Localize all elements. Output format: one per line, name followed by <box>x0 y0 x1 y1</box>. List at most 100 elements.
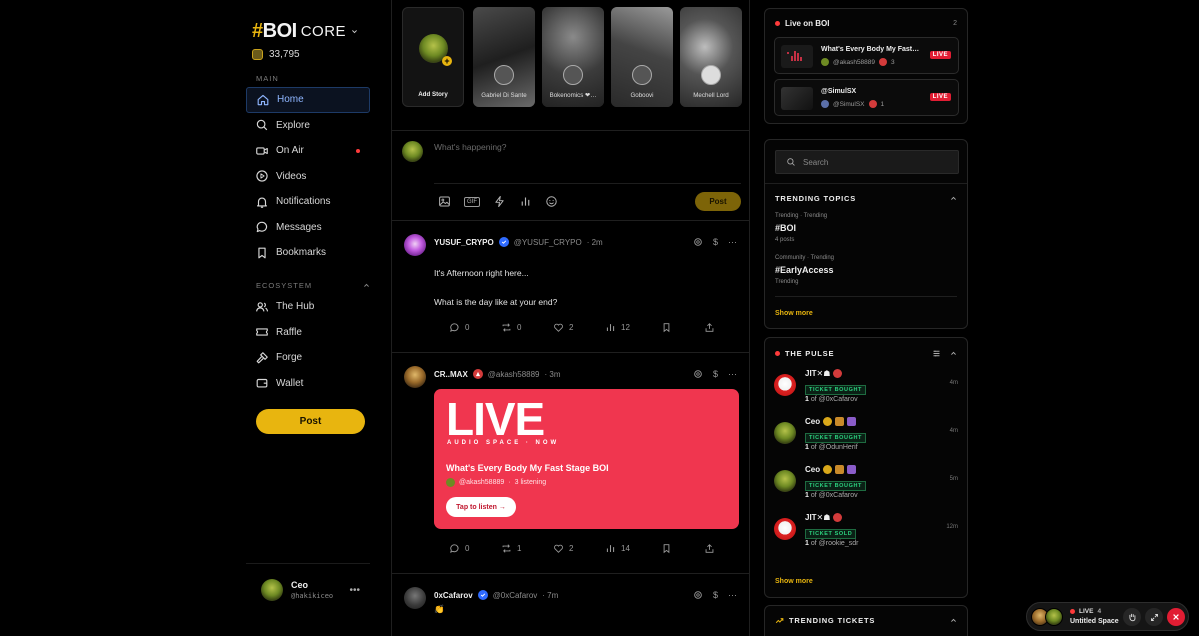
feed-post[interactable]: YUSUF_CRYPO @YUSUF_CRYPO · 2m $ ··· It's… <box>392 221 749 353</box>
chevron-up-icon[interactable] <box>950 617 957 624</box>
more-options-icon[interactable]: ··· <box>728 590 737 600</box>
ai-sparkle-icon[interactable] <box>693 369 703 379</box>
story-item[interactable]: Goboovi <box>611 7 673 107</box>
poll-icon[interactable] <box>519 195 532 208</box>
post-author-handle[interactable]: @akash58889 <box>488 370 540 379</box>
post-author-handle[interactable]: @0xCafarov <box>493 591 538 600</box>
coin-icon <box>252 49 263 60</box>
trending-tickets-panel: TRENDING TICKETS <box>764 605 968 636</box>
ticket-of: of @OdunHerif <box>810 444 858 451</box>
nav-videos[interactable]: Videos <box>246 164 370 190</box>
add-story-button[interactable]: + Add Story <box>402 7 464 107</box>
nav-home[interactable]: Home <box>246 87 370 113</box>
floating-live-space-bar[interactable]: LIVE 4 Untitled Space <box>1026 602 1189 631</box>
pulse-item[interactable]: Ceo TICKET BOUGHT 1 of @OdunHerif 4m <box>774 417 960 459</box>
ai-sparkle-icon[interactable] <box>693 590 703 600</box>
nav-notifications[interactable]: Notifications <box>246 189 370 215</box>
ai-sparkle-icon[interactable] <box>693 237 703 247</box>
post-author-handle[interactable]: @YUSUF_CRYPO <box>514 238 582 247</box>
trending-topic-item[interactable]: Community · Trending #EarlyAccess Trendi… <box>775 255 834 285</box>
nft-badge-icon <box>847 465 857 474</box>
image-icon[interactable] <box>438 195 451 208</box>
post-author-name[interactable]: YUSUF_CRYPO <box>434 238 494 247</box>
like-button[interactable]: 2 <box>553 543 573 554</box>
tip-dollar-icon[interactable]: $ <box>713 590 718 600</box>
repost-icon <box>502 323 511 332</box>
pulse-item[interactable]: JIT✕☗ TICKET SOLD 1 of @rookie_sdr 12m <box>774 513 960 555</box>
show-more-link[interactable]: Show more <box>775 310 813 317</box>
post-author-name[interactable]: CR..MAX <box>434 370 468 379</box>
share-button[interactable] <box>704 543 715 554</box>
separator-dot: · <box>508 479 511 486</box>
avalanche-badge-icon <box>472 369 483 379</box>
reply-button[interactable]: 0 <box>449 322 469 333</box>
feed-post[interactable]: 0xCafarov @0xCafarov · 7m $ ··· 👏 <box>392 574 749 636</box>
story-item[interactable]: Bokenomics ❤… <box>542 7 604 107</box>
feed-post[interactable]: CR..MAX @akash58889 · 3m $ ··· LIVE AUDI… <box>392 353 749 574</box>
video-camera-icon <box>256 147 268 155</box>
ticket-qty: 1 <box>805 444 809 451</box>
bookmark-button[interactable] <box>661 322 672 333</box>
sidebar-post-button[interactable]: Post <box>256 409 365 434</box>
emoji-icon[interactable] <box>545 195 558 208</box>
ecosystem-section-label[interactable]: ECOSYSTEM <box>256 281 370 290</box>
pulse-item[interactable]: JIT✕☗ TICKET BOUGHT 1 of @0xCafarov 4m <box>774 369 960 411</box>
story-item[interactable]: Mechell Lord <box>680 7 742 107</box>
nav-bookmarks[interactable]: Bookmarks <box>246 240 370 266</box>
nav-the-hub[interactable]: The Hub <box>246 294 370 320</box>
composer-post-button[interactable]: Post <box>695 192 741 211</box>
avatar <box>774 470 796 492</box>
live-space-item[interactable]: @SimulSX @SimulSX 1 LIVE <box>774 79 959 116</box>
expand-button[interactable] <box>1145 608 1163 626</box>
nav-raffle[interactable]: Raffle <box>246 320 370 346</box>
repost-button[interactable]: 0 <box>501 322 521 333</box>
raise-hand-button[interactable] <box>1123 608 1141 626</box>
tap-to-listen-button[interactable]: Tap to listen → <box>446 497 516 517</box>
close-button[interactable] <box>1167 608 1185 626</box>
search-input[interactable]: Search <box>775 150 959 174</box>
story-item[interactable]: Gabriel Di Sante <box>473 7 535 107</box>
chevron-up-icon[interactable] <box>950 350 957 357</box>
nav-on-air[interactable]: On Air <box>246 138 370 164</box>
share-button[interactable] <box>704 322 715 333</box>
ticket-icon <box>256 328 268 336</box>
views-button[interactable]: 12 <box>605 322 630 333</box>
brand-logo[interactable]: #BOI CORE <box>252 20 358 43</box>
nav-messages[interactable]: Messages <box>246 215 370 241</box>
more-options-icon[interactable]: ••• <box>349 585 360 596</box>
reply-button[interactable]: 0 <box>449 543 469 554</box>
repost-button[interactable]: 1 <box>501 543 521 554</box>
nav-explore[interactable]: Explore <box>246 113 370 139</box>
chevron-up-icon[interactable] <box>950 195 957 202</box>
current-user-card[interactable]: Ceo @hakikiceo ••• <box>246 563 370 616</box>
nav-forge[interactable]: Forge <box>246 345 370 371</box>
story-item-partial[interactable] <box>749 7 750 107</box>
post-author-name[interactable]: 0xCafarov <box>434 591 473 600</box>
coin-icon <box>823 465 833 474</box>
tip-dollar-icon[interactable]: $ <box>713 369 718 379</box>
nav-wallet[interactable]: Wallet <box>246 371 370 397</box>
story-name: Add Story <box>418 91 448 98</box>
avatar[interactable] <box>404 366 426 388</box>
trending-topic-item[interactable]: Trending · Trending #BOI 4 posts <box>775 213 827 243</box>
more-options-icon[interactable]: ··· <box>728 237 737 247</box>
avalanche-badge-icon <box>833 369 843 378</box>
show-more-link[interactable]: Show more <box>775 578 813 585</box>
lightning-icon[interactable] <box>493 195 506 208</box>
pulse-item[interactable]: Ceo TICKET BOUGHT 1 of @0xCafarov 5m <box>774 465 960 507</box>
repost-count: 1 <box>517 544 522 553</box>
avatar[interactable] <box>404 234 426 256</box>
repost-icon <box>502 544 511 553</box>
live-space-card[interactable]: LIVE AUDIO SPACE · NOW What's Every Body… <box>434 389 739 529</box>
gif-button[interactable]: GIF <box>464 196 480 207</box>
bookmark-button[interactable] <box>661 543 672 554</box>
post-composer: What's happening? GIF Post <box>392 130 749 221</box>
more-options-icon[interactable]: ··· <box>728 369 737 379</box>
views-button[interactable]: 14 <box>605 543 630 554</box>
filter-list-icon[interactable] <box>932 349 941 358</box>
composer-input[interactable]: What's happening? <box>434 142 507 152</box>
like-button[interactable]: 2 <box>553 322 573 333</box>
live-space-item[interactable]: What's Every Body My Fast… @akash58889 3… <box>774 37 959 74</box>
avatar[interactable] <box>404 587 426 609</box>
tip-dollar-icon[interactable]: $ <box>713 237 718 247</box>
